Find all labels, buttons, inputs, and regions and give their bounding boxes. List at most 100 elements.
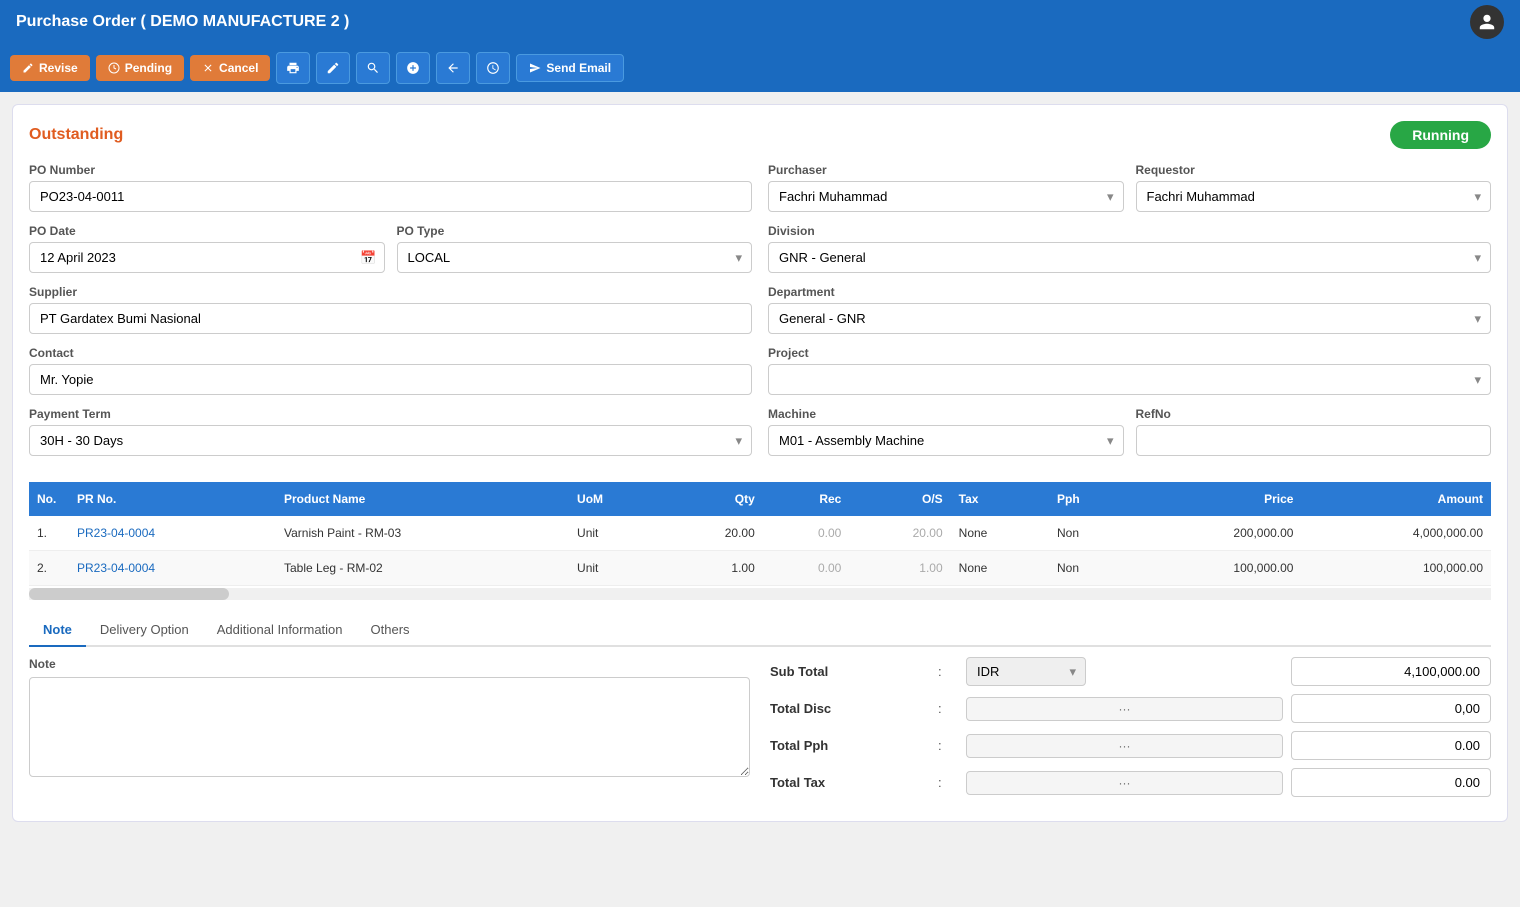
table-body: 1. PR23-04-0004 Varnish Paint - RM-03 Un…	[29, 516, 1491, 586]
col-tax: Tax	[951, 482, 1049, 516]
tab-additional-information[interactable]: Additional Information	[203, 614, 357, 647]
revise-button[interactable]: Revise	[10, 55, 90, 81]
cell-qty: 1.00	[661, 551, 762, 586]
clock-icon-button[interactable]	[476, 52, 510, 84]
col-rec: Rec	[763, 482, 850, 516]
project-field: Project	[768, 346, 1491, 395]
contact-input[interactable]	[29, 364, 752, 395]
contact-label: Contact	[29, 346, 752, 360]
division-wrapper: GNR - General	[768, 242, 1491, 273]
tab-delivery-option[interactable]: Delivery Option	[86, 614, 203, 647]
col-pph: Pph	[1049, 482, 1134, 516]
print-icon-button[interactable]	[276, 52, 310, 84]
total-pph-colon: :	[938, 738, 958, 753]
outstanding-label: Outstanding	[29, 126, 123, 144]
machine-wrapper: M01 - Assembly Machine	[768, 425, 1124, 456]
pending-button[interactable]: Pending	[96, 55, 184, 81]
toolbar: Revise Pending Cancel Send Email	[0, 44, 1520, 92]
table-section: No. PR No. Product Name UoM Qty Rec O/S …	[29, 482, 1491, 600]
project-label: Project	[768, 346, 1491, 360]
bottom-tabs: Note Delivery Option Additional Informat…	[29, 614, 1491, 647]
division-field: Division GNR - General	[768, 224, 1491, 273]
total-disc-label: Total Disc	[770, 701, 930, 716]
cell-pr-no: PR23-04-0004	[69, 516, 276, 551]
sub-total-row: Sub Total : IDR	[770, 657, 1491, 686]
po-type-select[interactable]: LOCAL	[397, 242, 753, 273]
cell-tax: None	[951, 516, 1049, 551]
cell-pph: Non	[1049, 516, 1134, 551]
machine-select[interactable]: M01 - Assembly Machine	[768, 425, 1124, 456]
add-icon-button[interactable]	[396, 52, 430, 84]
status-badge: Running	[1390, 121, 1491, 149]
horizontal-scrollbar[interactable]	[29, 588, 1491, 600]
purchaser-wrapper: Fachri Muhammad	[768, 181, 1124, 212]
department-select[interactable]: General - GNR	[768, 303, 1491, 334]
cell-os: 1.00	[849, 551, 950, 586]
po-type-select-wrapper: LOCAL	[397, 242, 753, 273]
table-row[interactable]: 2. PR23-04-0004 Table Leg - RM-02 Unit 1…	[29, 551, 1491, 586]
edit-icon-button[interactable]	[316, 52, 350, 84]
department-wrapper: General - GNR	[768, 303, 1491, 334]
note-textarea[interactable]	[29, 677, 750, 777]
cell-product-name: Varnish Paint - RM-03	[276, 516, 569, 551]
total-disc-input[interactable]	[1291, 694, 1491, 723]
user-avatar[interactable]	[1470, 5, 1504, 39]
cell-rec: 0.00	[763, 516, 850, 551]
form-card: Outstanding Running PO Number PO Date	[12, 104, 1508, 822]
refno-input[interactable]	[1136, 425, 1492, 456]
supplier-field: Supplier	[29, 285, 752, 334]
total-disc-colon: :	[938, 701, 958, 716]
total-disc-row: Total Disc : ···	[770, 694, 1491, 723]
search-icon-button[interactable]	[356, 52, 390, 84]
cell-amount: 4,000,000.00	[1301, 516, 1491, 551]
scroll-thumb[interactable]	[29, 588, 229, 600]
cell-no: 2.	[29, 551, 69, 586]
bottom-layout: Note Sub Total : IDR	[29, 657, 1491, 805]
header: Purchase Order ( DEMO MANUFACTURE 2 )	[0, 0, 1520, 44]
purchaser-requestor-row: Purchaser Fachri Muhammad Requestor Fach…	[768, 163, 1491, 224]
total-tax-dots-button[interactable]: ···	[966, 771, 1283, 795]
cell-qty: 20.00	[661, 516, 762, 551]
col-qty: Qty	[661, 482, 762, 516]
cell-rec: 0.00	[763, 551, 850, 586]
supplier-label: Supplier	[29, 285, 752, 299]
po-date-label: PO Date	[29, 224, 385, 238]
payment-term-select[interactable]: 30H - 30 Days	[29, 425, 752, 456]
cancel-button[interactable]: Cancel	[190, 55, 270, 81]
back-icon-button[interactable]	[436, 52, 470, 84]
division-label: Division	[768, 224, 1491, 238]
cell-price: 200,000.00	[1134, 516, 1301, 551]
project-select[interactable]	[768, 364, 1491, 395]
tab-others[interactable]: Others	[357, 614, 424, 647]
col-pr-no: PR No.	[69, 482, 276, 516]
cell-uom: Unit	[569, 516, 661, 551]
po-number-field: PO Number	[29, 163, 752, 212]
table-row[interactable]: 1. PR23-04-0004 Varnish Paint - RM-03 Un…	[29, 516, 1491, 551]
purchaser-select[interactable]: Fachri Muhammad	[768, 181, 1124, 212]
form-right: Purchaser Fachri Muhammad Requestor Fach…	[768, 163, 1491, 468]
contact-field: Contact	[29, 346, 752, 395]
requestor-select[interactable]: Fachri Muhammad	[1136, 181, 1492, 212]
total-disc-dots-button[interactable]: ···	[966, 697, 1283, 721]
department-field: Department General - GNR	[768, 285, 1491, 334]
total-pph-input[interactable]	[1291, 731, 1491, 760]
machine-refno-row: Machine M01 - Assembly Machine RefNo	[768, 407, 1491, 468]
po-date-wrapper	[29, 242, 385, 273]
po-number-input[interactable]	[29, 181, 752, 212]
sub-total-colon: :	[938, 664, 958, 679]
machine-field: Machine M01 - Assembly Machine	[768, 407, 1124, 456]
payment-term-field: Payment Term 30H - 30 Days	[29, 407, 752, 456]
send-email-button[interactable]: Send Email	[516, 54, 624, 82]
currency-select[interactable]: IDR	[966, 657, 1086, 686]
requestor-wrapper: Fachri Muhammad	[1136, 181, 1492, 212]
cell-price: 100,000.00	[1134, 551, 1301, 586]
total-pph-dots-button[interactable]: ···	[966, 734, 1283, 758]
po-type-label: PO Type	[397, 224, 753, 238]
sub-total-input[interactable]	[1291, 657, 1491, 686]
supplier-input[interactable]	[29, 303, 752, 334]
tab-note[interactable]: Note	[29, 614, 86, 647]
total-tax-input[interactable]	[1291, 768, 1491, 797]
total-tax-row: Total Tax : ···	[770, 768, 1491, 797]
po-date-input[interactable]	[29, 242, 385, 273]
division-select[interactable]: GNR - General	[768, 242, 1491, 273]
